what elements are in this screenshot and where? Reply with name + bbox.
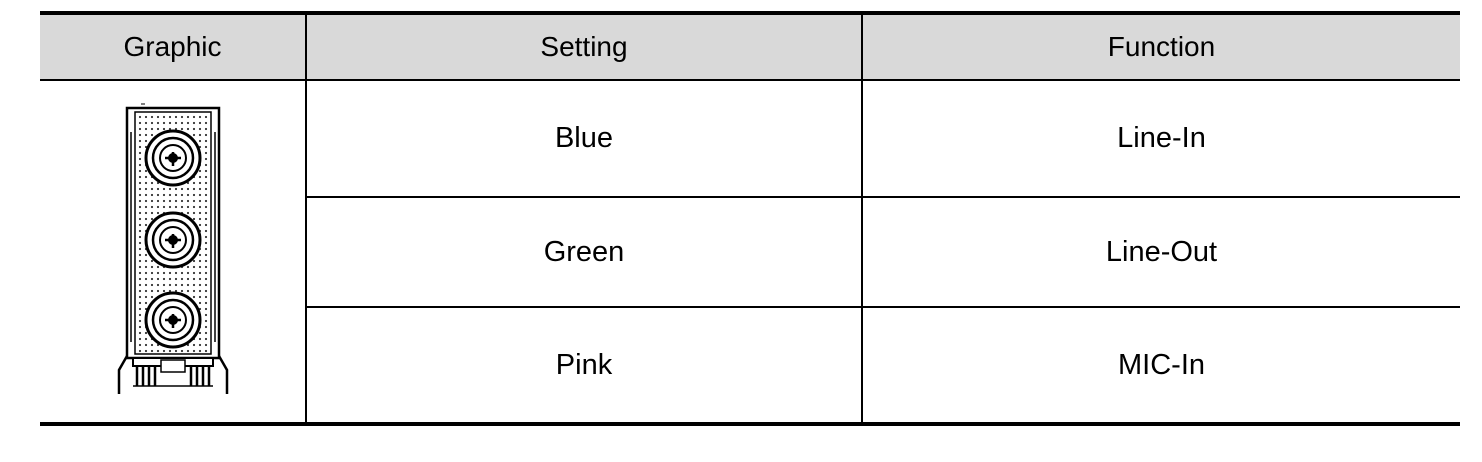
jack-1-icon bbox=[144, 129, 201, 186]
header-setting: Setting bbox=[305, 11, 862, 81]
function-cell: Line-In bbox=[861, 80, 1460, 197]
audio-jack-table: Graphic Setting Function Blue Line-In Gr… bbox=[40, 11, 1460, 426]
table-body: Blue Line-In Green Line-Out Pink MIC-In bbox=[40, 80, 1460, 426]
function-cell: Line-Out bbox=[861, 196, 1460, 307]
table-row: Blue Line-In bbox=[40, 80, 1460, 426]
table-header: Graphic Setting Function bbox=[40, 11, 1460, 81]
setting-cell: Blue bbox=[305, 80, 862, 197]
function-cell: MIC-In bbox=[861, 306, 1460, 426]
header-function: Function bbox=[861, 11, 1460, 81]
setting-cell: Green bbox=[305, 196, 862, 307]
audio-jack-panel-icon bbox=[117, 103, 228, 394]
header-row: Graphic Setting Function bbox=[40, 11, 1460, 81]
graphic-cell bbox=[40, 80, 306, 426]
jack-3-icon bbox=[144, 291, 201, 348]
jack-2-icon bbox=[144, 211, 201, 268]
audio-jack-table-container: Graphic Setting Function Blue Line-In Gr… bbox=[40, 11, 1460, 426]
header-graphic: Graphic bbox=[40, 11, 306, 81]
setting-cell: Pink bbox=[305, 306, 862, 426]
